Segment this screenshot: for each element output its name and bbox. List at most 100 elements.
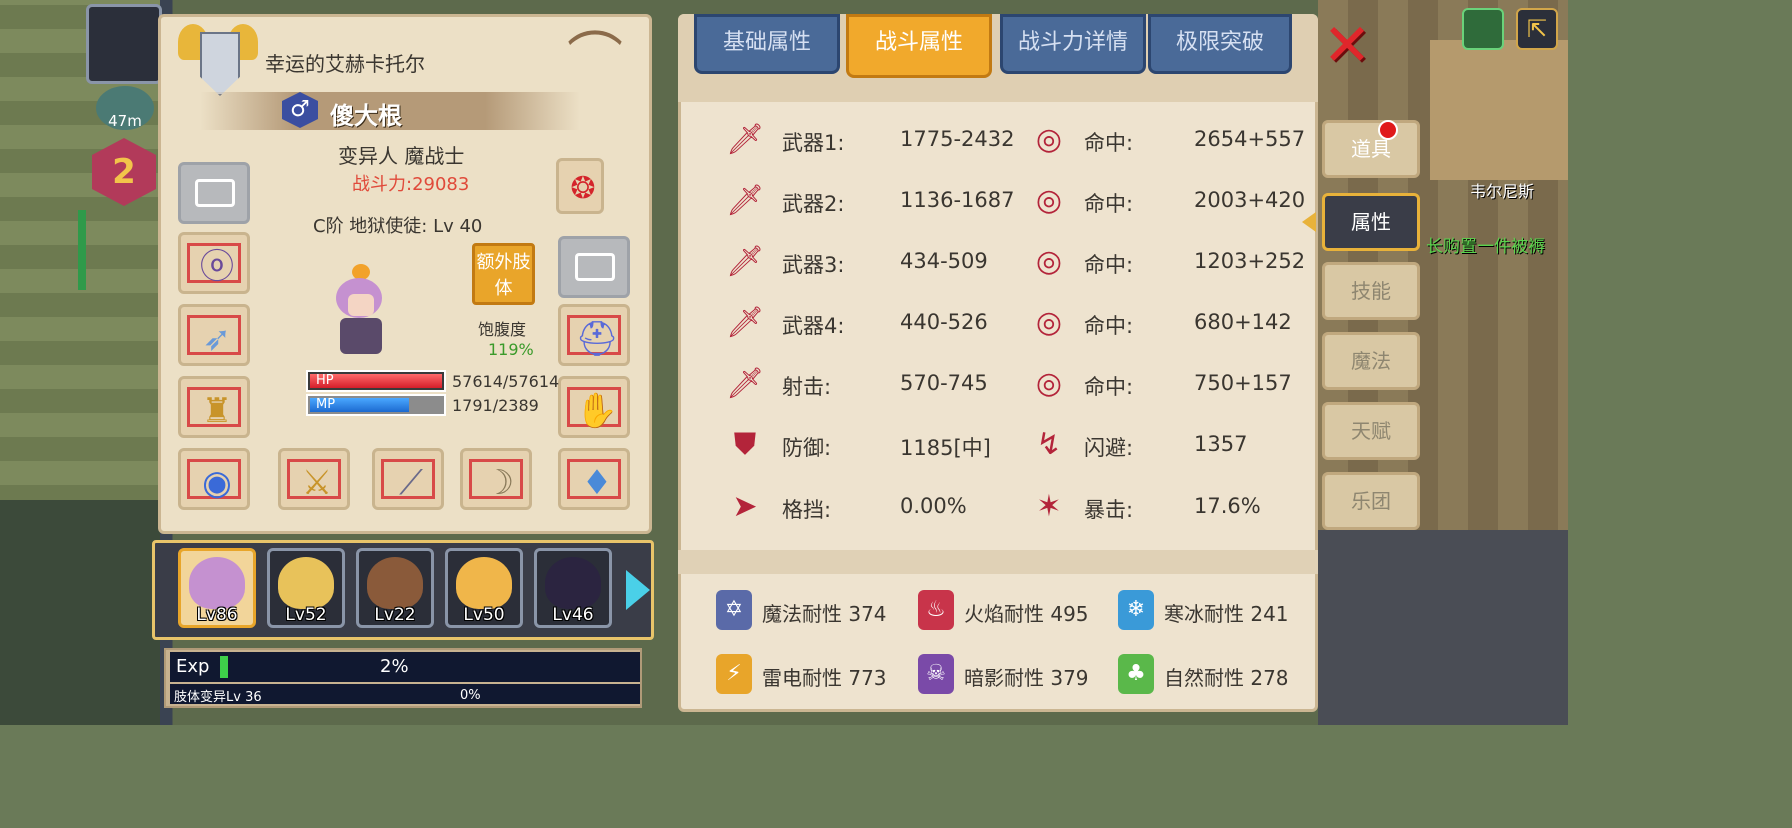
satiety-label: 饱腹度 [478, 320, 527, 339]
extra-limb-button[interactable]: 额外肢体 [472, 243, 535, 305]
tab-3[interactable]: 极限突破 [1148, 14, 1292, 74]
world-bottom-left-area [0, 500, 160, 725]
lock-icon [195, 179, 235, 207]
side-menu-item-1[interactable]: 属性 [1322, 193, 1420, 251]
thunder-resistance-text: 雷电耐性 773 [762, 666, 887, 690]
blade-icon: ⟋ [399, 463, 423, 503]
minimap-area [1430, 40, 1568, 180]
avatar [189, 557, 245, 609]
necklace-slot[interactable]: ⓞ [178, 232, 250, 294]
lock-icon [575, 253, 615, 281]
section-divider [678, 550, 1318, 574]
side-menu-item-5[interactable]: 乐团 [1322, 472, 1420, 530]
locked-slot-1[interactable] [178, 162, 250, 224]
side-menu-item-4[interactable]: 天赋 [1322, 402, 1420, 460]
stat-label: 防御: [782, 436, 832, 460]
mp-bar: MP [306, 394, 446, 416]
side-menu-item-0[interactable]: 道具 [1322, 120, 1420, 178]
shadow-resistance-icon: ☠ [918, 654, 954, 694]
locked-slot-2[interactable] [558, 236, 630, 298]
magic-resistance-text: 魔法耐性 374 [762, 602, 887, 626]
rank-level-line: C阶 地狱使徒: Lv 40 [313, 216, 483, 237]
stat-value: 1775-2432 [900, 127, 1015, 151]
character-name: 傻大根 [330, 102, 402, 130]
wing-slot[interactable]: ➶ [178, 304, 250, 366]
armor-slot[interactable]: ♜ [178, 376, 250, 438]
character-title: 幸运的艾赫卡托尔 [265, 52, 425, 76]
badge-slot[interactable]: ❂ [556, 158, 604, 214]
shadow-resistance-text: 暗影耐性 379 [964, 666, 1089, 690]
tab-1[interactable]: 战斗属性 [846, 14, 992, 78]
target-icon: ◎ [1035, 244, 1063, 279]
gauntlet-slot[interactable]: ✋ [558, 376, 630, 438]
limb-mutation-percent: 0% [460, 688, 481, 703]
hp-value: 57614/57614 [452, 372, 560, 391]
wing-icon: ➶ [202, 319, 232, 359]
location-label: 韦尔尼斯 [1470, 182, 1535, 201]
stat-value: 570-745 [900, 371, 988, 395]
party-member-1[interactable]: Lv52 [267, 548, 345, 628]
member-level: Lv46 [552, 605, 594, 625]
avatar [367, 557, 423, 609]
side-menu-item-2[interactable]: 技能 [1322, 262, 1420, 320]
armor-icon: ♜ [201, 391, 233, 431]
party-member-0[interactable]: Lv86 [178, 548, 256, 628]
dodge-icon: ↯ [1036, 427, 1062, 462]
party-member-3[interactable]: Lv50 [445, 548, 523, 628]
member-level: Lv52 [285, 605, 327, 625]
target-icon: ◎ [1035, 305, 1063, 340]
notification-dot [1378, 120, 1398, 140]
stat-value: 17.6% [1194, 494, 1261, 518]
fire-resistance-text: 火焰耐性 495 [964, 602, 1089, 626]
party-member-4[interactable]: Lv46 [534, 548, 612, 628]
stat-label: 命中: [1084, 314, 1134, 338]
exp-bar-fill [220, 656, 228, 678]
hp-bar: HP [306, 370, 446, 392]
tab-0[interactable]: 基础属性 [694, 14, 840, 74]
thunder-resistance-icon: ⚡ [716, 654, 752, 694]
weapon-slot-3[interactable]: ☽ [460, 448, 532, 510]
ticker-text: 长购置一件被褥 [1426, 237, 1545, 257]
hp-label: HP [316, 373, 334, 388]
stat-label: 命中: [1084, 131, 1134, 155]
selected-arrow-icon [1302, 212, 1316, 232]
target-icon: ◎ [1035, 183, 1063, 218]
mp-label: MP [316, 397, 336, 412]
bow-icon: ☽ [483, 463, 515, 503]
character-sprite [326, 262, 396, 362]
weapon-slot-1[interactable]: ⚔ [278, 448, 350, 510]
accessory-slot[interactable]: ♦ [558, 448, 630, 510]
sword-icon: 🗡 [726, 183, 765, 218]
exp-percent: 2% [380, 656, 409, 677]
stat-value: 2003+420 [1194, 188, 1306, 212]
world-right-bottom-area [1318, 530, 1568, 725]
target-icon: ◎ [1035, 366, 1063, 401]
globe-icon[interactable] [1462, 8, 1504, 50]
sword-icon: 🗡 [726, 366, 765, 401]
member-level: Lv22 [374, 605, 416, 625]
weapon-slot-2[interactable]: ⟋ [372, 448, 444, 510]
ring-slot[interactable]: ◉ [178, 448, 250, 510]
player-avatar[interactable] [86, 4, 162, 84]
ring-icon: ◉ [202, 463, 232, 503]
helmet-slot[interactable]: ⛑ [558, 304, 630, 366]
ice-resistance-text: 寒冰耐性 241 [1164, 602, 1289, 626]
close-icon[interactable]: ✕ [1320, 16, 1374, 74]
shield-icon: ⛊ [733, 427, 757, 462]
gear-emblem-icon: ❂ [570, 171, 596, 206]
stat-label: 格挡: [782, 498, 832, 522]
gauntlet-icon: ✋ [575, 391, 619, 431]
stat-value: 1185[中] [900, 436, 991, 460]
wardrobe-hanger-icon[interactable]: ⌒ [552, 30, 638, 90]
next-page-arrow-icon[interactable] [626, 570, 650, 610]
side-menu-item-3[interactable]: 魔法 [1322, 332, 1420, 390]
sword-icon: 🗡 [726, 122, 765, 157]
exit-icon[interactable]: ⇱ [1516, 8, 1558, 50]
necklace-icon: ⓞ [200, 247, 234, 287]
fire-resistance-icon: ♨ [918, 590, 954, 630]
stat-value: 1203+252 [1194, 249, 1306, 273]
party-member-2[interactable]: Lv22 [356, 548, 434, 628]
tab-2[interactable]: 战斗力详情 [1000, 14, 1146, 74]
stat-value: 440-526 [900, 310, 988, 334]
magic-resistance-icon: ✡ [716, 590, 752, 630]
